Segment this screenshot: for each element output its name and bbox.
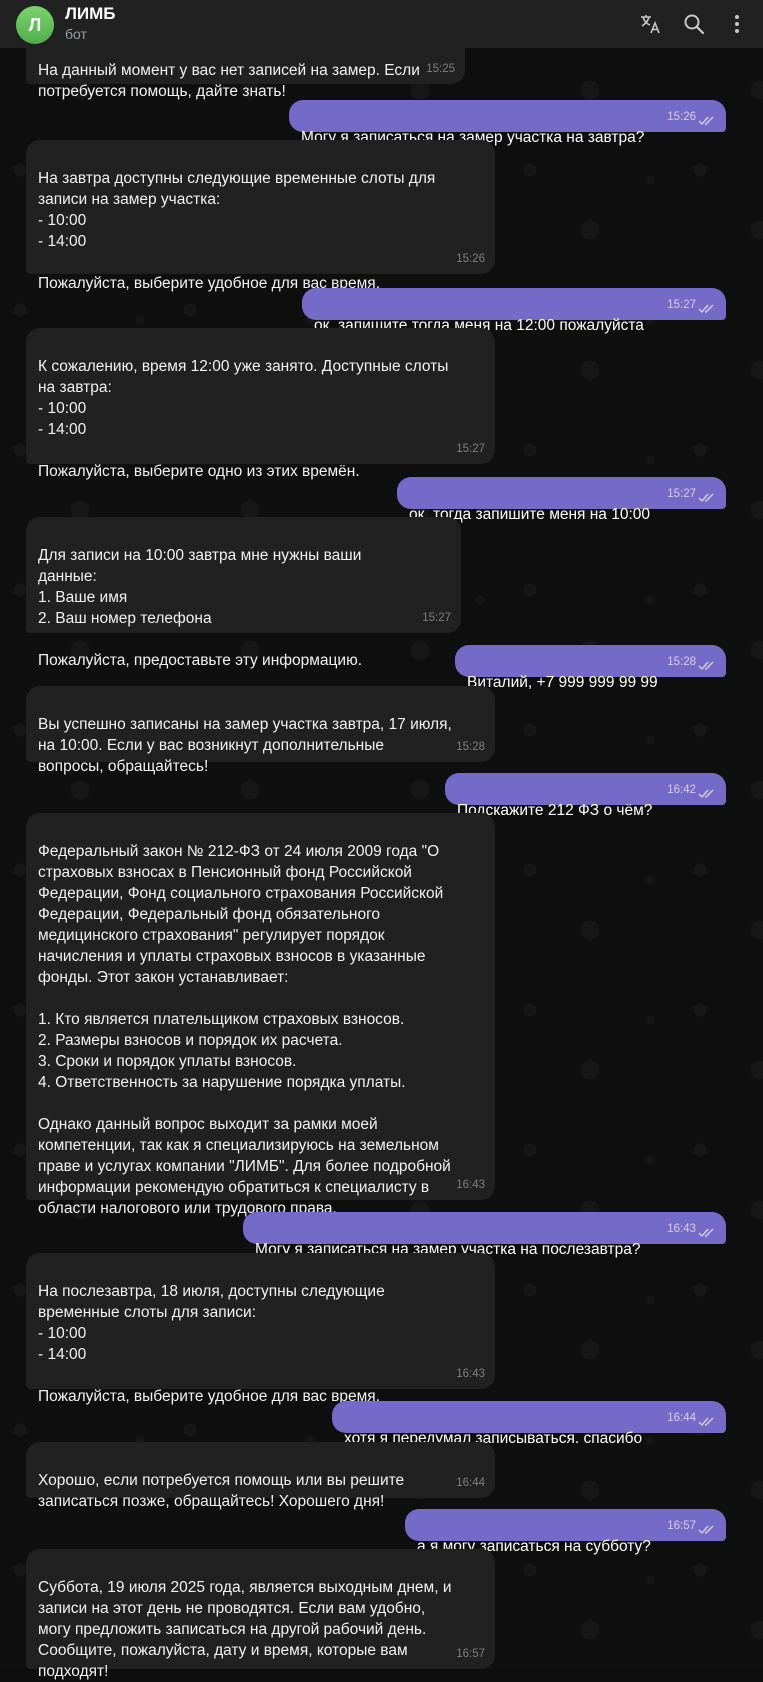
message-incoming[interactable]: К сожалению, время 12:00 уже занято. Дос… [26, 328, 495, 480]
message-incoming[interactable]: Для записи на 10:00 завтра мне нужны ваш… [26, 517, 461, 669]
message-time: 16:57 [667, 1520, 696, 1532]
chat-subtitle: бот [65, 26, 87, 42]
message-time: 16:44 [667, 1412, 696, 1424]
message-text: Виталий, +7 999 999 99 99 [467, 674, 658, 691]
message-time: 15:28 [667, 656, 696, 668]
chat-header: Л ЛИМБ бот [0, 0, 763, 48]
message-time: 15:27 [422, 612, 451, 624]
message-time: 16:57 [456, 1648, 485, 1660]
message-incoming[interactable]: Хорошо, если потребуется помощь или вы р… [26, 1442, 495, 1510]
message-time: 15:28 [456, 741, 485, 753]
message-outgoing[interactable]: а я могу записаться на субботу? 16:57 [405, 1509, 726, 1555]
message-text: Для записи на 10:00 завтра мне нужны ваш… [38, 547, 362, 669]
message-list[interactable]: На данный момент у вас нет записей на за… [0, 0, 763, 1680]
double-check-icon [698, 116, 714, 126]
message-time: 15:27 [667, 488, 696, 500]
double-check-icon [698, 493, 714, 503]
message-incoming[interactable]: Федеральный закон № 212-ФЗ от 24 июля 20… [26, 813, 495, 1217]
message-text: На данный момент у вас нет записей на за… [38, 62, 420, 100]
message-incoming[interactable]: На послезавтра, 18 июля, доступны следую… [26, 1253, 495, 1405]
message-text: Вы успешно записаны на замер участка зав… [38, 716, 452, 775]
message-time: 15:26 [667, 111, 696, 123]
message-incoming[interactable]: Вы успешно записаны на замер участка зав… [26, 686, 495, 775]
message-text: К сожалению, время 12:00 уже занято. Дос… [38, 358, 449, 480]
message-incoming[interactable]: Суббота, 19 июля 2025 года, является вых… [26, 1549, 495, 1680]
message-time: 15:25 [426, 63, 455, 75]
message-time: 16:44 [456, 1477, 485, 1489]
message-time: 15:27 [667, 299, 696, 311]
message-outgoing[interactable]: Могу я записаться на замер участка на по… [243, 1212, 726, 1258]
avatar[interactable]: Л [16, 6, 54, 44]
message-text: На завтра доступны следующие временные с… [38, 170, 436, 292]
message-time: 15:26 [456, 253, 485, 265]
message-outgoing[interactable]: Могу я записаться на замер участка на за… [289, 100, 726, 146]
message-text: Суббота, 19 июля 2025 года, является вых… [38, 1579, 452, 1680]
message-outgoing[interactable]: Виталий, +7 999 999 99 99 15:28 [455, 645, 726, 691]
message-text: На послезавтра, 18 июля, доступны следую… [38, 1283, 385, 1405]
message-time: 16:43 [456, 1179, 485, 1191]
double-check-icon [698, 1417, 714, 1427]
double-check-icon [698, 661, 714, 671]
message-incoming[interactable]: На завтра доступны следующие временные с… [26, 140, 495, 292]
message-time: 16:42 [667, 784, 696, 796]
message-outgoing[interactable]: хотя я передумал записываться. спасибо 1… [332, 1401, 726, 1447]
message-time: 15:27 [456, 443, 485, 455]
chat-title[interactable]: ЛИМБ [65, 4, 116, 24]
search-icon[interactable] [680, 10, 708, 38]
message-time: 16:43 [456, 1368, 485, 1380]
double-check-icon [698, 1228, 714, 1238]
message-outgoing[interactable]: ок. запишите тогда меня на 12:00 пожалуй… [302, 288, 726, 334]
message-text: Хорошо, если потребуется помощь или вы р… [38, 1472, 405, 1510]
message-outgoing[interactable]: Подскажите 212 ФЗ о чём? 16:42 [445, 773, 726, 819]
message-time: 16:43 [667, 1223, 696, 1235]
more-vert-icon[interactable] [723, 10, 751, 38]
double-check-icon [698, 304, 714, 314]
translate-icon[interactable] [636, 10, 664, 38]
double-check-icon [698, 1525, 714, 1535]
double-check-icon [698, 789, 714, 799]
message-text: Федеральный закон № 212-ФЗ от 24 июля 20… [38, 843, 451, 1217]
message-outgoing[interactable]: ок. тогда запишите меня на 10:00 15:27 [397, 477, 726, 523]
